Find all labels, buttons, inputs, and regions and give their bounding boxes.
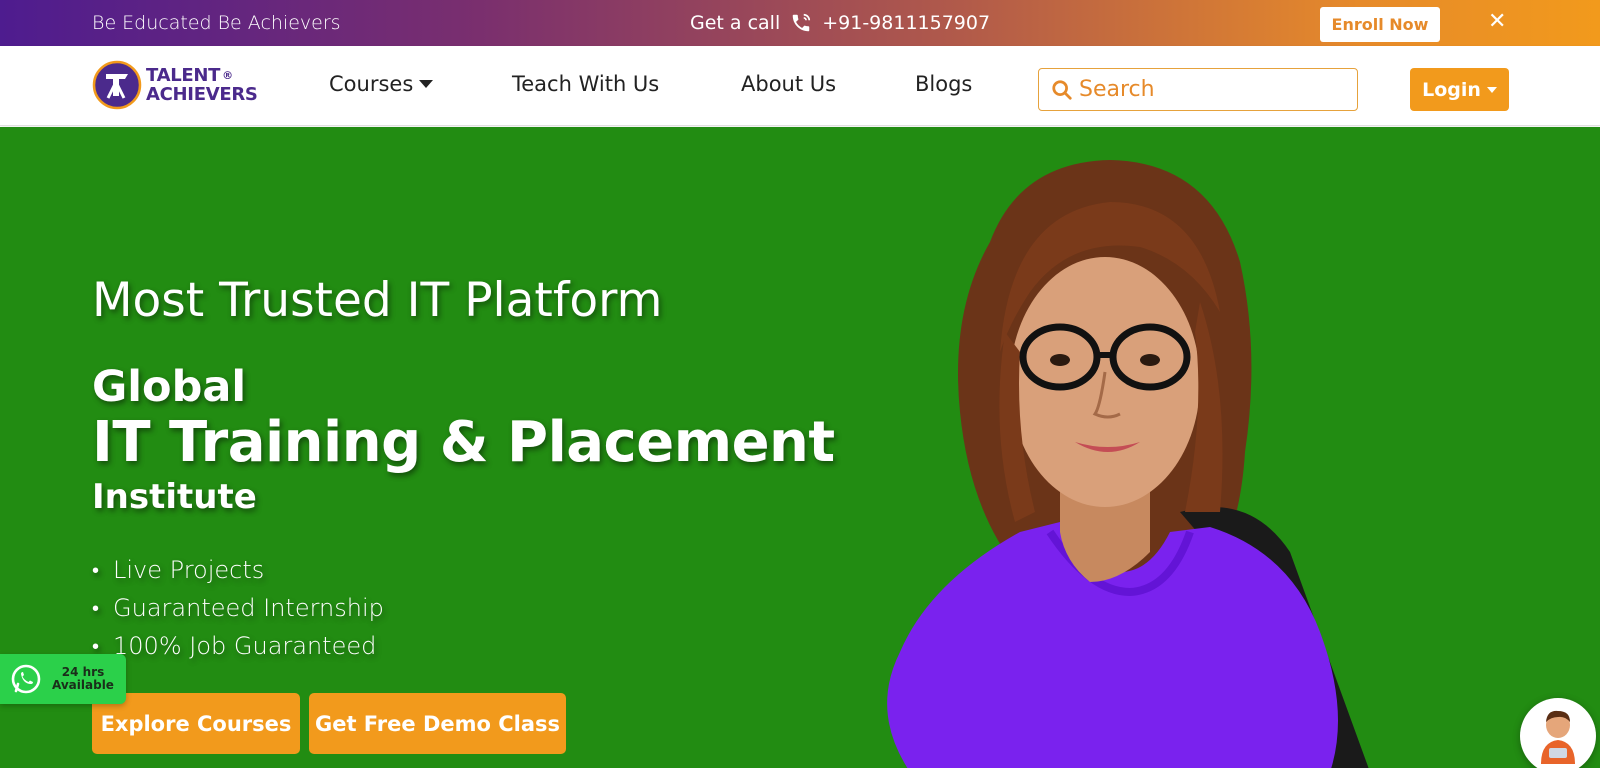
enroll-now-button[interactable]: Enroll Now <box>1320 7 1440 42</box>
nav-about-label: About Us <box>741 72 837 96</box>
promo-tagline: Be Educated Be Achievers <box>92 12 341 34</box>
search-box[interactable] <box>1038 68 1358 111</box>
promo-bar: Be Educated Be Achievers Get a call +91-… <box>0 0 1600 46</box>
nav-blogs[interactable]: Blogs <box>915 72 972 96</box>
hero-bullets: Live Projects Guaranteed Internship 100%… <box>92 551 384 665</box>
chatbot-avatar-icon <box>1541 710 1575 764</box>
close-icon[interactable]: ✕ <box>1488 9 1506 34</box>
nav-blogs-label: Blogs <box>915 72 973 96</box>
logo-line1: TALENT <box>146 65 221 86</box>
login-label: Login <box>1422 78 1481 101</box>
bullet-item: Live Projects <box>92 551 384 589</box>
phone-number[interactable]: +91-9811157907 <box>822 12 990 34</box>
free-demo-class-button[interactable]: Get Free Demo Class <box>309 693 566 754</box>
chatbot-avatar-button[interactable] <box>1520 698 1596 768</box>
hero-line-training: IT Training & Placement <box>92 410 835 475</box>
login-button[interactable]: Login <box>1410 68 1509 111</box>
chevron-down-icon <box>1486 86 1497 93</box>
call-label: Get a call <box>690 12 781 34</box>
nav-about-us[interactable]: About Us <box>741 72 836 96</box>
call-box[interactable]: Get a call +91-9811157907 <box>690 12 990 34</box>
nav-courses[interactable]: Courses <box>329 72 434 96</box>
whatsapp-icon <box>11 664 41 694</box>
nav-teach-label: Teach With Us <box>512 72 660 96</box>
search-input[interactable] <box>1079 77 1339 102</box>
hero-line-institute: Institute <box>92 477 257 517</box>
hero-headline: Most Trusted IT Platform <box>92 273 663 328</box>
bullet-item: Guaranteed Internship <box>92 589 384 627</box>
bullet-item: 100% Job Guaranteed <box>92 627 384 665</box>
logo-line2: ACHIEVERS <box>146 84 258 105</box>
chevron-down-icon <box>419 80 434 88</box>
logo-wordmark: TALENT ® ACHIEVERS <box>146 66 258 104</box>
hero-section: Most Trusted IT Platform Global IT Train… <box>0 127 1600 768</box>
whatsapp-label: 24 hrs Available <box>52 666 114 692</box>
whatsapp-chat-button[interactable]: 24 hrs Available <box>0 654 126 704</box>
main-navbar: TALENT ® ACHIEVERS Courses Teach With Us … <box>0 46 1600 126</box>
search-icon <box>1052 79 1072 100</box>
site-logo[interactable]: TALENT ® ACHIEVERS <box>92 60 258 110</box>
student-photo <box>887 160 1369 768</box>
phone-icon <box>792 13 811 32</box>
whatsapp-line2: Available <box>52 678 114 692</box>
talent-achievers-logo-icon <box>92 60 142 110</box>
nav-courses-label: Courses <box>329 72 414 96</box>
nav-teach-with-us[interactable]: Teach With Us <box>512 72 659 96</box>
logo-registered: ® <box>222 69 233 82</box>
hero-line-global: Global <box>92 362 247 412</box>
